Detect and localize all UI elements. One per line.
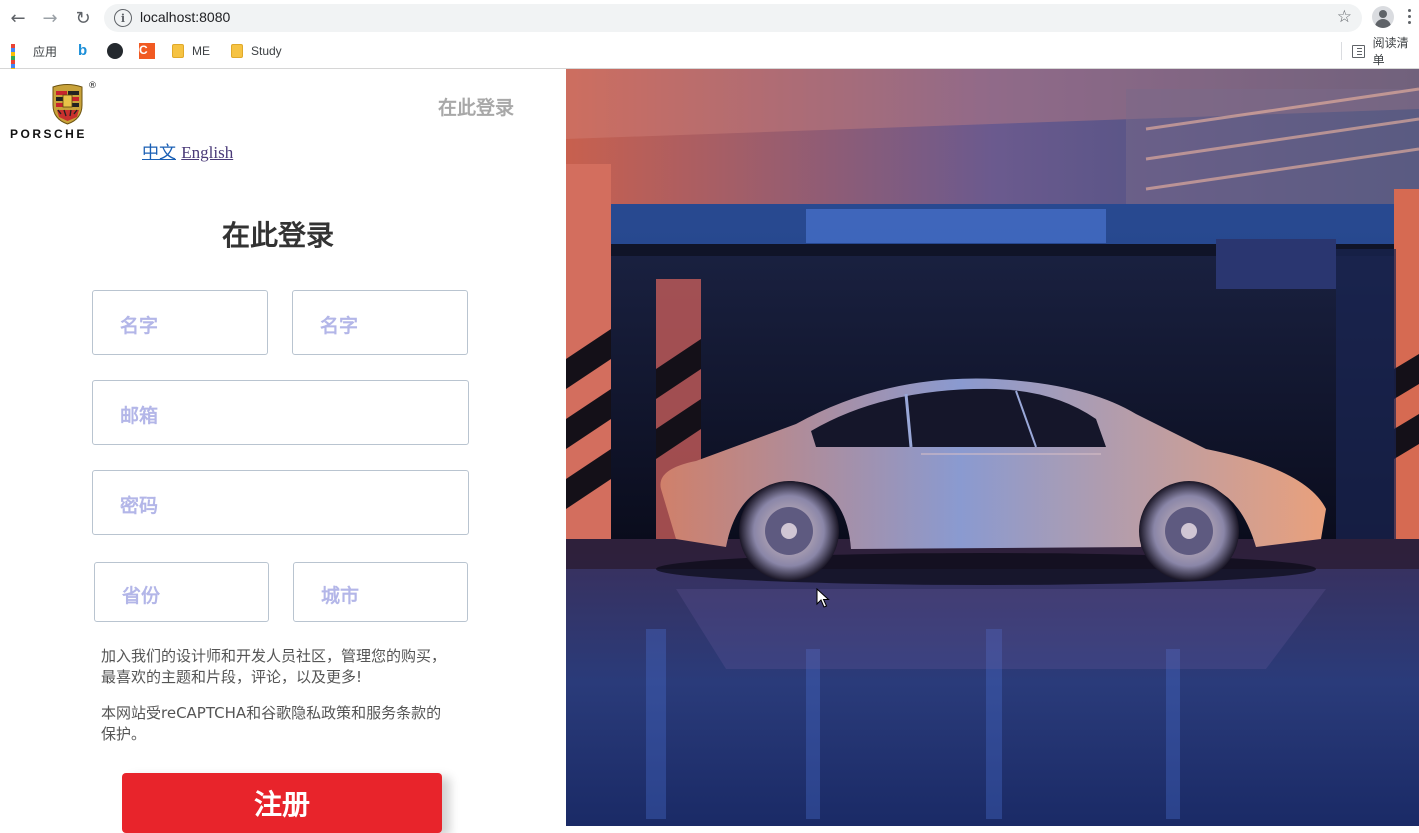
forward-icon[interactable]: →	[38, 6, 62, 30]
apps-grid-icon	[11, 44, 25, 80]
recaptcha-notice: 本网站受reCAPTCHA和谷歌隐私政策和服务条款的保护。	[101, 704, 442, 743]
signup-button[interactable]: 注册	[122, 773, 442, 833]
password-field[interactable]: 密码	[92, 470, 469, 535]
browser-toolbar: ← → ↻ i localhost:8080 ☆	[0, 0, 1419, 36]
community-description: 加入我们的设计师和开发人员社区，管理您的购买，最喜欢的主题和片段，评论，以及更多…	[101, 647, 447, 686]
bookmark-label: ME	[192, 44, 210, 58]
browser-chrome: ← → ↻ i localhost:8080 ☆ 应用 b C ME Study…	[0, 0, 1419, 80]
back-icon[interactable]: ←	[6, 6, 30, 30]
bookmark-study[interactable]: Study	[231, 41, 282, 61]
language-switcher: 中文 English	[142, 138, 234, 163]
bookmark-label: 应用	[33, 44, 58, 59]
url-text: localhost:8080	[140, 9, 231, 25]
top-login-link[interactable]: 在此登录	[438, 93, 514, 120]
bookmark-c[interactable]: C	[139, 41, 163, 61]
folder-icon	[231, 44, 243, 58]
bookmark-label: Study	[251, 44, 282, 58]
province-field[interactable]: 省份	[94, 562, 269, 622]
address-bar[interactable]: i localhost:8080 ☆	[104, 4, 1362, 32]
reload-icon[interactable]: ↻	[71, 6, 95, 30]
hero-image	[566, 69, 1419, 826]
reading-list-button[interactable]: 阅读清单	[1352, 36, 1419, 67]
last-name-field[interactable]: 名字	[292, 290, 468, 355]
bookmark-bing[interactable]: b	[78, 41, 98, 61]
porsche-logo[interactable]: ® PORSCHE	[10, 81, 124, 143]
browser-menu-icon[interactable]	[1408, 9, 1412, 27]
lang-en-link[interactable]: English	[181, 143, 233, 162]
garage-car-illustration	[566, 69, 1419, 826]
lang-zh-link[interactable]: 中文	[142, 143, 176, 162]
github-icon	[107, 43, 123, 59]
bookmark-me[interactable]: ME	[172, 41, 210, 61]
page-title: 在此登录	[222, 219, 335, 252]
bookmark-apps[interactable]: 应用	[11, 41, 58, 80]
bookmarks-bar: 应用 b C ME Study 阅读清单	[0, 36, 1419, 80]
registered-mark: ®	[88, 81, 97, 91]
reading-list-label: 阅读清单	[1372, 36, 1409, 67]
email-field[interactable]: 邮箱	[92, 380, 469, 445]
profile-avatar-icon[interactable]	[1372, 6, 1394, 28]
login-panel: ® PORSCHE 在此登录 中文 English 在此登录 名字 名字 邮箱 …	[0, 69, 566, 833]
city-field[interactable]: 城市	[293, 562, 468, 622]
reading-list-icon	[1352, 44, 1365, 58]
site-info-icon[interactable]: i	[114, 9, 132, 27]
logo-wordmark: PORSCHE	[10, 127, 87, 141]
mouse-cursor-icon	[816, 588, 830, 608]
first-name-field[interactable]: 名字	[92, 290, 268, 355]
bookmarks-divider	[1341, 42, 1342, 60]
porsche-crest-icon	[52, 84, 83, 125]
bing-icon: b	[78, 42, 88, 59]
folder-icon	[172, 44, 184, 58]
bookmark-star-icon[interactable]: ☆	[1337, 7, 1352, 27]
c-icon: C	[139, 43, 155, 59]
bookmark-github[interactable]	[107, 41, 131, 61]
